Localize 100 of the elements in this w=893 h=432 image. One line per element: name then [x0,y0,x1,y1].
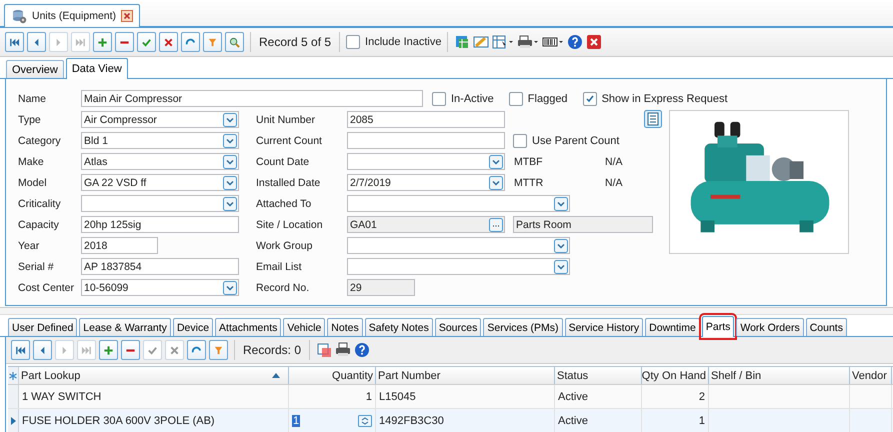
printer-dropdown-icon[interactable] [517,34,540,50]
input-field[interactable] [347,132,505,149]
detail-tab[interactable]: Counts [806,318,847,336]
prev-button[interactable] [27,32,46,52]
table-row[interactable]: 1 WAY SWITCH 1 L15045 Active 2 [8,385,893,409]
refresh-button[interactable] [187,340,206,360]
add-button[interactable] [93,32,112,52]
dropdown-icon[interactable] [554,196,568,210]
detail-tab[interactable]: Service History [564,318,644,336]
detail-tab[interactable]: Work Orders [736,318,804,336]
detail-tab[interactable]: Services (PMs) [483,318,563,336]
input-field[interactable] [347,153,505,170]
column-header[interactable]: Vendor [850,367,892,384]
input-field[interactable]: Air Compressor [81,111,239,128]
input-field[interactable]: 2/7/2019 [347,174,505,191]
dropdown-icon[interactable] [223,280,237,294]
name-field[interactable]: Main Air Compressor [81,90,423,107]
input-field[interactable]: 10-56099 [81,279,239,296]
detail-tab[interactable]: Lease & Warranty [79,318,171,336]
input-field[interactable]: GA01 [347,216,505,233]
checkmark-icon [584,94,595,104]
ellipsis-icon[interactable] [489,218,503,232]
use-parent-count-checkbox[interactable] [513,134,527,148]
field-label: Installed Date [256,176,322,188]
dropdown-icon[interactable] [223,112,237,126]
input-field[interactable]: 20hp 125sig [81,216,239,233]
detail-tab[interactable]: Vehicle [283,318,326,336]
field-label: Serial # [18,260,55,272]
document-icon[interactable] [644,110,662,128]
spinner-icon[interactable] [358,414,372,426]
column-header[interactable]: Shelf / Bin [709,367,850,384]
printer-icon[interactable] [335,342,352,358]
table-row[interactable]: FUSE HOLDER 30A 600V 3POLE (AB) 1 1492FB3C30 Active 1 [8,409,893,432]
input-field[interactable]: 2085 [347,111,505,128]
dropdown-icon[interactable] [223,134,237,148]
dropdown-icon[interactable] [489,154,503,168]
add-button[interactable] [99,340,118,360]
column-header[interactable]: Qty On Hand [642,367,709,384]
help-icon[interactable] [567,34,584,50]
delete-button[interactable] [121,340,140,360]
quantity-editor[interactable]: 1 [292,414,300,426]
skip-last-icon [81,344,92,356]
flag-checkbox[interactable] [582,92,597,106]
column-header[interactable]: Status [555,367,642,384]
dropdown-icon[interactable] [223,196,237,210]
view-tab[interactable]: Data View [66,58,128,79]
field-label: Work Group [256,240,314,252]
prev-button[interactable] [33,340,52,360]
dropdown-icon[interactable] [223,154,237,168]
layout-dropdown-icon[interactable] [492,34,514,50]
view-tab[interactable]: Overview [6,60,64,78]
column-header[interactable]: Part Number [376,367,555,384]
field-label: Record No. [256,282,310,294]
skip-first-icon [9,36,20,48]
document-tab[interactable]: Units (Equipment) [4,4,140,27]
input-field[interactable]: 2018 [81,237,158,254]
include-inactive-label: Include Inactive [365,36,442,48]
filter-button[interactable] [209,340,228,360]
input-field[interactable] [347,237,570,254]
detail-tab[interactable]: Parts [702,316,734,337]
first-button[interactable] [11,340,30,360]
detail-tab[interactable]: User Defined [8,318,78,336]
detail-tab[interactable]: Downtime [645,318,700,336]
refresh-button[interactable] [181,32,200,52]
dropdown-icon[interactable] [489,176,503,190]
field-label: Cost Center [18,282,76,294]
dropdown-icon[interactable] [223,176,237,190]
input-field[interactable] [347,195,570,212]
close-icon[interactable] [586,34,602,50]
column-header[interactable]: Quantity [289,367,376,384]
dropdown-icon[interactable] [554,238,568,252]
flag-checkbox[interactable] [508,92,523,106]
flag-label: Show in Express Request [602,92,728,104]
detail-tab[interactable]: Notes [327,318,363,336]
input-field[interactable]: Bld 1 [81,132,239,149]
help-icon[interactable] [354,342,370,358]
delete-button[interactable] [115,32,134,52]
column-header[interactable]: Part Lookup [19,367,289,384]
cancel-button[interactable] [159,32,178,52]
filter-button[interactable] [203,32,222,52]
input-field[interactable] [347,258,570,275]
row-header-cell[interactable] [8,385,19,408]
close-icon[interactable] [121,10,134,22]
detail-tab[interactable]: Safety Notes [364,318,433,336]
input-field[interactable]: AP 1837854 [81,258,239,275]
flag-label: Flagged [528,92,568,104]
input-field[interactable]: GA 22 VSD ff [81,174,239,191]
input-field[interactable]: 29 [347,279,415,296]
search-button[interactable] [225,32,244,52]
dropdown-icon[interactable] [554,260,568,274]
detail-tab[interactable]: Device [172,318,214,336]
detail-tab[interactable]: Attachments [215,318,282,336]
row-header-cell[interactable] [8,409,19,432]
detail-tab[interactable]: Sources [434,318,482,336]
input-field[interactable] [81,195,239,212]
metric-label: MTBF [514,156,544,168]
first-button[interactable] [5,32,24,52]
input-field[interactable]: Atlas [81,153,239,170]
flag-checkbox[interactable] [432,92,446,106]
save-button[interactable] [137,32,156,52]
